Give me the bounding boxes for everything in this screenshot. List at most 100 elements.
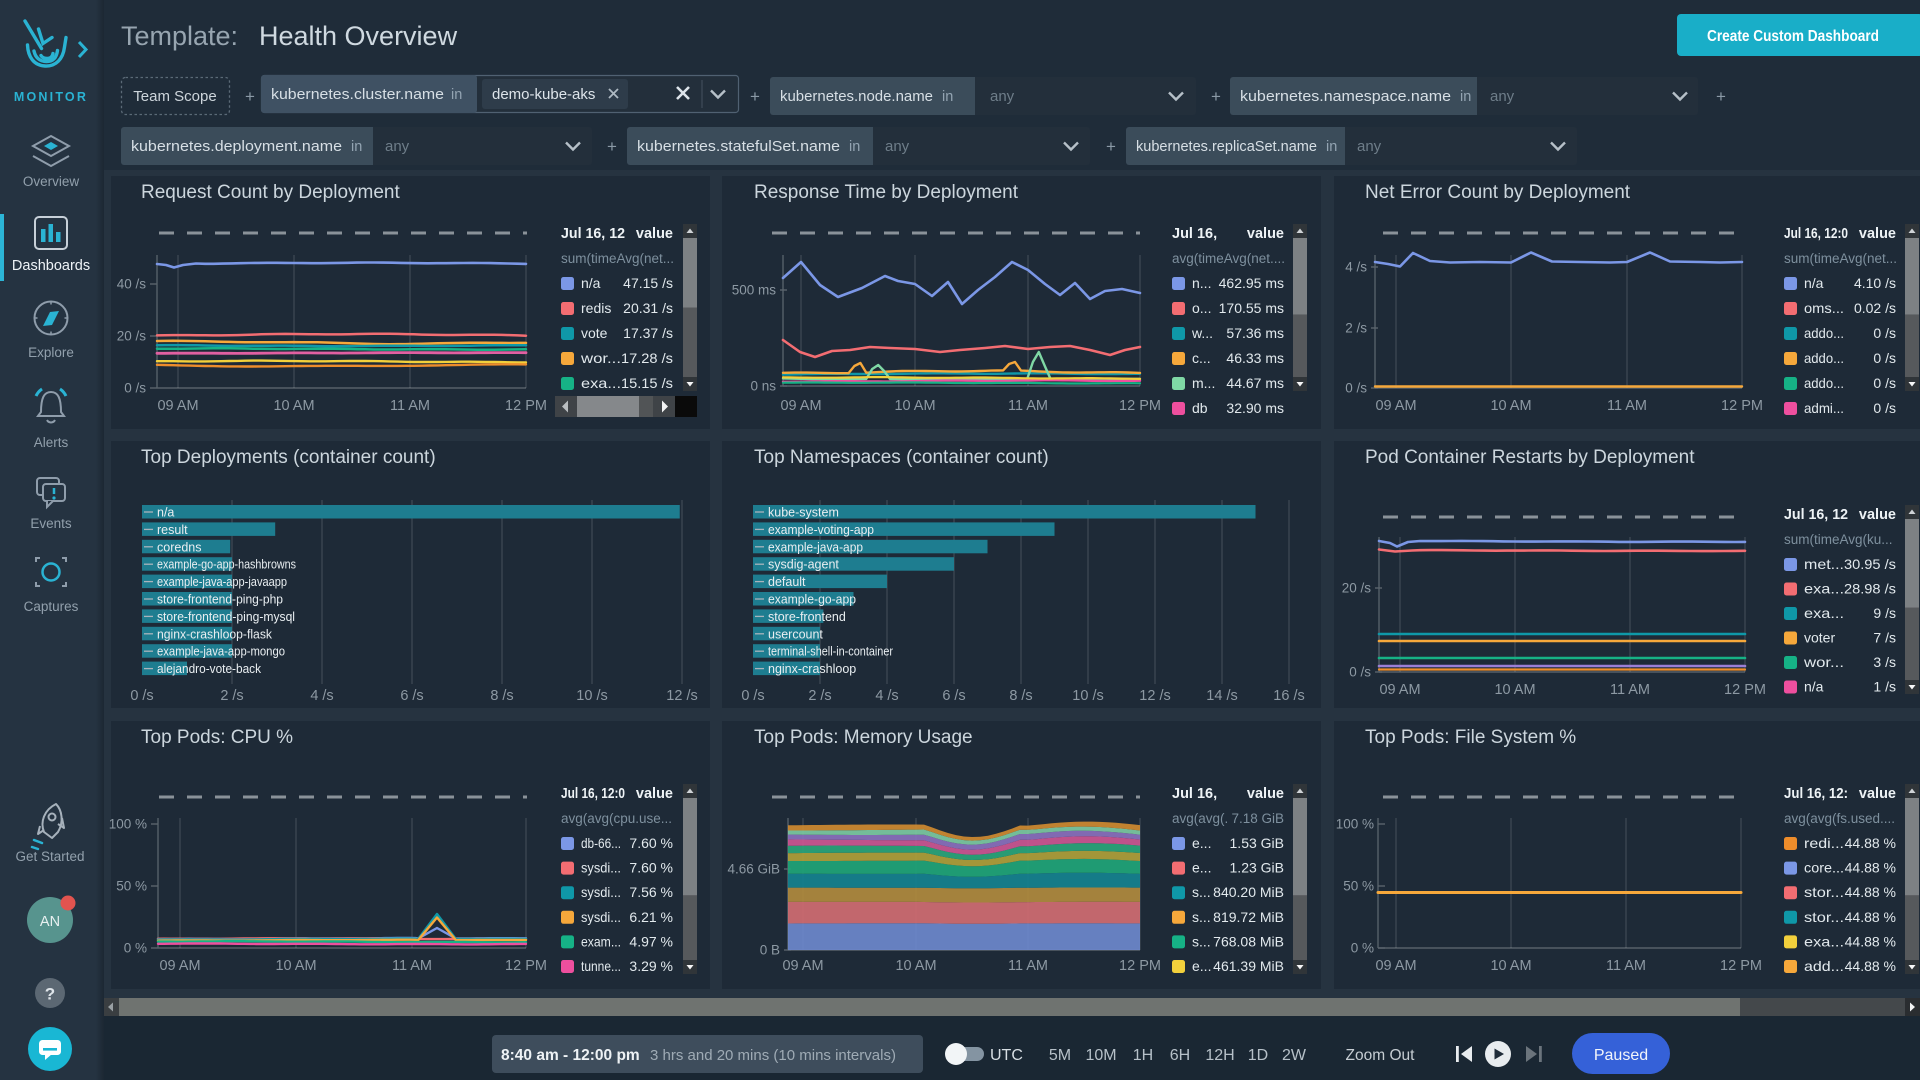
svg-text:terminal-shell-in-container: terminal-shell-in-container	[768, 645, 893, 659]
svg-text:09 AM: 09 AM	[159, 958, 200, 974]
svg-text:30.95 /s: 30.95 /s	[1844, 556, 1896, 572]
svg-text:4.66 GiB: 4.66 GiB	[727, 862, 780, 877]
svg-text:in: in	[849, 139, 860, 155]
svg-text:+: +	[750, 87, 760, 106]
svg-text:db: db	[1192, 400, 1208, 416]
svg-text:wor...: wor...	[580, 350, 621, 366]
svg-text:3 hrs and 20 mins (10 mins int: 3 hrs and 20 mins (10 mins intervals)	[650, 1047, 896, 1064]
svg-text:s...: s...	[1192, 884, 1211, 900]
svg-text:0 /s: 0 /s	[124, 381, 146, 396]
svg-text:11 AM: 11 AM	[1008, 958, 1048, 974]
svg-text:11 AM: 11 AM	[1607, 398, 1647, 414]
svg-text:value: value	[1247, 786, 1284, 802]
svg-text:47.15 /s: 47.15 /s	[623, 275, 673, 291]
svg-text:100 %: 100 %	[1336, 817, 1374, 832]
svg-text:any: any	[990, 88, 1015, 105]
svg-text:1D: 1D	[1248, 1047, 1268, 1064]
svg-text:e...: e...	[1192, 860, 1211, 876]
svg-text:44.88 %: 44.88 %	[1845, 958, 1896, 974]
svg-text:Dashboards: Dashboards	[12, 258, 90, 274]
svg-text:17.37 /s: 17.37 /s	[623, 325, 673, 341]
svg-text:coredns: coredns	[157, 540, 201, 554]
svg-text:4.10 /s: 4.10 /s	[1854, 275, 1896, 291]
svg-text:20.31 /s: 20.31 /s	[623, 300, 673, 316]
svg-text:example-go-app-hashbrowns: example-go-app-hashbrowns	[157, 558, 296, 572]
svg-text:3 /s: 3 /s	[1873, 654, 1896, 670]
svg-text:0 /s: 0 /s	[1345, 381, 1367, 396]
svg-text:0 /s: 0 /s	[1873, 325, 1896, 341]
svg-text:12H: 12H	[1205, 1047, 1234, 1064]
svg-text:44.88 %: 44.88 %	[1845, 860, 1896, 876]
svg-text:57.36 ms: 57.36 ms	[1226, 325, 1284, 341]
svg-text:7.60 %: 7.60 %	[629, 860, 673, 876]
svg-text:admi...: admi...	[1804, 400, 1844, 416]
svg-text:any: any	[1357, 138, 1382, 155]
svg-text:+: +	[245, 87, 255, 106]
svg-text:in: in	[351, 139, 362, 155]
svg-text:Get Started: Get Started	[15, 849, 84, 864]
svg-text:default: default	[768, 575, 806, 589]
svg-text:n/a: n/a	[581, 275, 601, 291]
svg-text:stor...: stor...	[1804, 884, 1844, 900]
svg-text:Net Error Count by Deployment: Net Error Count by Deployment	[1365, 182, 1631, 203]
svg-text:Request Count by Deployment: Request Count by Deployment	[141, 182, 400, 203]
svg-text:819.72 MiB: 819.72 MiB	[1213, 909, 1284, 925]
svg-text:1.53 GiB: 1.53 GiB	[1230, 835, 1284, 851]
svg-text:0 %: 0 %	[124, 941, 147, 956]
svg-text:in: in	[451, 87, 462, 103]
svg-text:0.02 /s: 0.02 /s	[1854, 300, 1896, 316]
svg-text:in: in	[1460, 89, 1471, 105]
svg-text:09 AM: 09 AM	[782, 958, 823, 974]
svg-text:+: +	[1106, 137, 1116, 156]
svg-text:usercount: usercount	[768, 627, 823, 641]
svg-text:20 /s: 20 /s	[117, 329, 147, 344]
svg-text:o...: o...	[1192, 300, 1211, 316]
svg-text:Top Pods: Memory Usage: Top Pods: Memory Usage	[754, 727, 973, 748]
svg-text:?: ?	[45, 985, 55, 1004]
svg-text:avg(avg(cpu.use...: avg(avg(cpu.use...	[561, 811, 672, 826]
svg-text:11 AM: 11 AM	[1606, 958, 1646, 974]
svg-text:Top Pods: File System %: Top Pods: File System %	[1365, 727, 1576, 748]
svg-text:8 /s: 8 /s	[490, 688, 513, 704]
svg-text:any: any	[385, 138, 410, 155]
svg-text:Jul 16,: Jul 16,	[1172, 786, 1217, 802]
svg-text:addo...: addo...	[1804, 350, 1844, 366]
svg-text:17.28 /s: 17.28 /s	[621, 350, 673, 366]
svg-text:44.88 %: 44.88 %	[1845, 884, 1896, 900]
svg-text:sysdi...: sysdi...	[581, 860, 621, 876]
svg-text:Jul 16, 12:0: Jul 16, 12:0	[561, 786, 625, 802]
svg-text:10 AM: 10 AM	[894, 398, 935, 414]
svg-text:Events: Events	[30, 516, 72, 531]
svg-text:6.21 %: 6.21 %	[629, 909, 673, 925]
svg-text:demo-kube-aks: demo-kube-aks	[492, 86, 595, 103]
svg-text:any: any	[885, 138, 910, 155]
svg-text:44.88 %: 44.88 %	[1845, 835, 1896, 851]
svg-text:12 PM: 12 PM	[1119, 958, 1161, 974]
svg-text:1H: 1H	[1133, 1047, 1153, 1064]
svg-text:0 /s: 0 /s	[1873, 400, 1896, 416]
svg-text:4.97 %: 4.97 %	[629, 933, 673, 949]
svg-text:7 /s: 7 /s	[1873, 630, 1896, 646]
svg-text:Create Custom Dashboard: Create Custom Dashboard	[1707, 28, 1879, 45]
svg-text:value: value	[1859, 786, 1896, 802]
svg-text:2 /s: 2 /s	[808, 688, 831, 704]
svg-text:sysdi...: sysdi...	[581, 884, 621, 900]
svg-text:redi...: redi...	[1804, 835, 1844, 851]
svg-text:0 /s: 0 /s	[741, 688, 764, 704]
svg-text:09 AM: 09 AM	[1379, 682, 1420, 698]
svg-text:kubernetes.deployment.name: kubernetes.deployment.name	[131, 138, 342, 155]
svg-text:28.98 /s: 28.98 /s	[1844, 581, 1896, 597]
svg-text:46.33 ms: 46.33 ms	[1226, 350, 1284, 366]
svg-text:UTC: UTC	[990, 1047, 1023, 1064]
svg-text:Top Deployments (container cou: Top Deployments (container count)	[141, 447, 436, 468]
svg-text:09 AM: 09 AM	[1375, 958, 1416, 974]
svg-text:db-66...: db-66...	[581, 835, 621, 851]
svg-text:store-frontend: store-frontend	[768, 610, 846, 624]
svg-text:0 ns: 0 ns	[750, 379, 776, 394]
svg-text:11 AM: 11 AM	[1008, 398, 1048, 414]
svg-text:2 /s: 2 /s	[220, 688, 243, 704]
svg-text:20 /s: 20 /s	[1342, 581, 1372, 596]
svg-text:11 AM: 11 AM	[390, 398, 430, 414]
svg-text:exam...: exam...	[581, 933, 621, 949]
svg-text:value: value	[1859, 226, 1896, 242]
